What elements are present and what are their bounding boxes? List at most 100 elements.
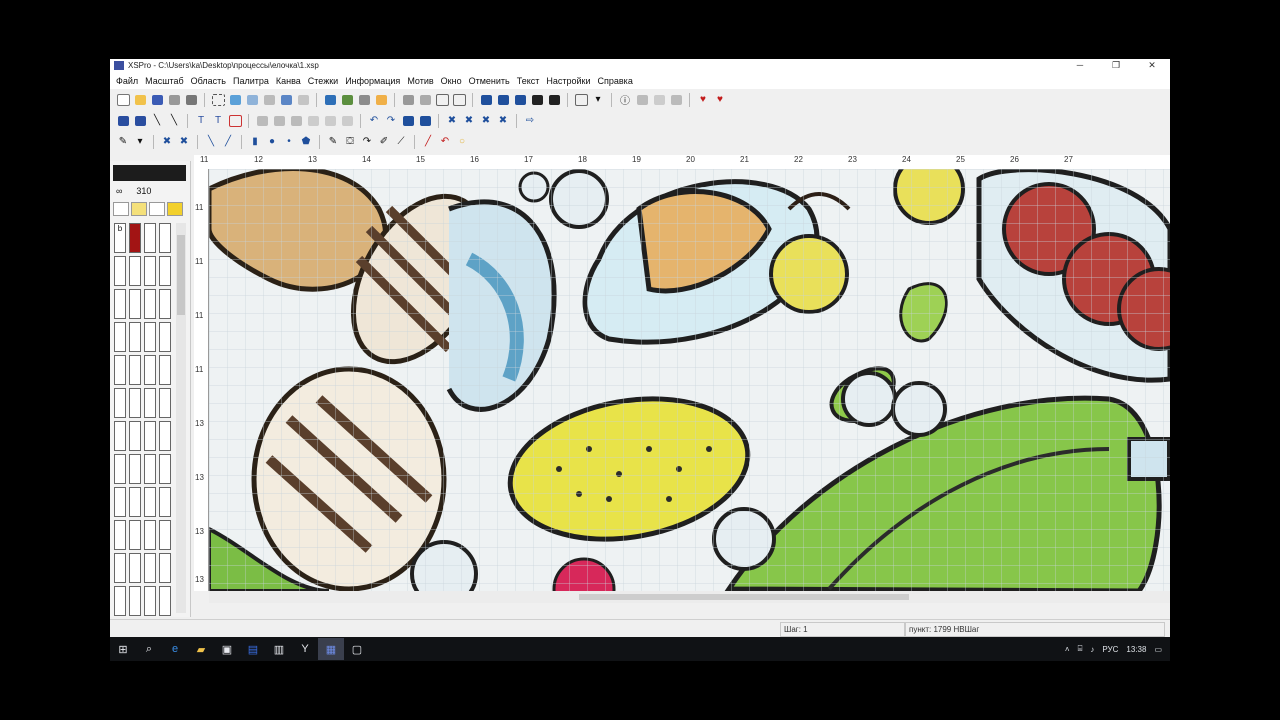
- palette-cell[interactable]: [114, 256, 126, 286]
- dot-icon[interactable]: •: [282, 135, 296, 148]
- clock[interactable]: 13:38: [1126, 645, 1146, 654]
- palette-cell[interactable]: [129, 586, 141, 616]
- tool-2-icon[interactable]: [652, 93, 666, 106]
- palette-cell[interactable]: [129, 487, 141, 517]
- palette-cell[interactable]: [129, 553, 141, 583]
- fill-1-icon[interactable]: [479, 93, 493, 106]
- redo-icon[interactable]: ↷: [384, 114, 398, 127]
- move-icon[interactable]: [262, 93, 276, 106]
- heart-icon[interactable]: ♥: [696, 93, 710, 106]
- text-2-icon[interactable]: T: [211, 114, 225, 127]
- new-file-icon[interactable]: [116, 93, 130, 106]
- replace-icon[interactable]: [418, 114, 432, 127]
- red-curve-icon[interactable]: ↶: [438, 135, 452, 148]
- minimize-button[interactable]: ─: [1062, 60, 1098, 71]
- palette-cell[interactable]: [129, 289, 141, 319]
- menu-undo[interactable]: Отменить: [469, 76, 510, 86]
- preview-icon[interactable]: [184, 93, 198, 106]
- palette-tool-1[interactable]: [113, 202, 129, 216]
- cut-icon[interactable]: [255, 114, 269, 127]
- paste-icon[interactable]: [296, 93, 310, 106]
- fill-2-icon[interactable]: [496, 93, 510, 106]
- palette-cell[interactable]: [144, 421, 156, 451]
- palette-tool-4[interactable]: [167, 202, 183, 216]
- double-x-icon[interactable]: ✖: [177, 135, 191, 148]
- tool-1-icon[interactable]: [635, 93, 649, 106]
- grid-icon[interactable]: [357, 93, 371, 106]
- palette-cell[interactable]: [159, 553, 171, 583]
- volume-icon[interactable]: ♪: [1090, 645, 1094, 654]
- cross-2-icon[interactable]: ✖: [462, 114, 476, 127]
- notifications-icon[interactable]: ▭: [1154, 645, 1162, 654]
- palette-cell[interactable]: [159, 421, 171, 451]
- palette-cell-selected[interactable]: [129, 223, 141, 253]
- line-2-icon[interactable]: ╱: [221, 135, 235, 148]
- pattern-canvas[interactable]: [209, 169, 1170, 591]
- view-2-icon[interactable]: [418, 93, 432, 106]
- fill-3-icon[interactable]: [513, 93, 527, 106]
- palette-cell[interactable]: [144, 586, 156, 616]
- search-icon[interactable]: ⌕: [136, 638, 162, 660]
- menu-file[interactable]: Файл: [116, 76, 138, 86]
- hand-icon[interactable]: [374, 93, 388, 106]
- palette-cell-symbol[interactable]: b: [114, 223, 126, 253]
- menu-motif[interactable]: Мотив: [407, 76, 433, 86]
- lasso-icon[interactable]: [245, 93, 259, 106]
- palette-cell[interactable]: [159, 388, 171, 418]
- palette-cell[interactable]: [129, 256, 141, 286]
- palette-cell[interactable]: [129, 322, 141, 352]
- eyedrop-icon[interactable]: ✐: [377, 135, 391, 148]
- palette-cell[interactable]: [144, 355, 156, 385]
- edge-icon[interactable]: e: [162, 638, 188, 660]
- cross-1-icon[interactable]: ✖: [445, 114, 459, 127]
- curve-icon[interactable]: ↷: [360, 135, 374, 148]
- palette-cell[interactable]: [129, 520, 141, 550]
- cross-3-icon[interactable]: ✖: [479, 114, 493, 127]
- bucket-icon[interactable]: ⛋: [343, 135, 357, 148]
- palette-cell[interactable]: [159, 322, 171, 352]
- copy-2-icon[interactable]: [272, 114, 286, 127]
- store-icon[interactable]: ▣: [214, 638, 240, 660]
- palette-cell[interactable]: [129, 388, 141, 418]
- fill-4-icon[interactable]: [530, 93, 544, 106]
- paste-2-icon[interactable]: [289, 114, 303, 127]
- palette-cell[interactable]: [144, 289, 156, 319]
- bead-icon[interactable]: ●: [265, 135, 279, 148]
- tray-chevron-icon[interactable]: ˄: [1065, 645, 1070, 654]
- layout-icon[interactable]: [574, 93, 588, 106]
- zoom-icon[interactable]: [323, 93, 337, 106]
- palette-cell[interactable]: [114, 421, 126, 451]
- palette-cell[interactable]: [114, 388, 126, 418]
- mirror-icon[interactable]: [340, 114, 354, 127]
- maximize-button[interactable]: ❐: [1098, 60, 1134, 71]
- red-line-icon[interactable]: ╱: [421, 135, 435, 148]
- palette-cell[interactable]: [144, 322, 156, 352]
- palette-cell[interactable]: [144, 454, 156, 484]
- tool-3-icon[interactable]: [669, 93, 683, 106]
- info-icon[interactable]: ⓘ: [618, 93, 632, 107]
- palette-cell[interactable]: [159, 289, 171, 319]
- xspro-taskbar-icon[interactable]: ▦: [318, 638, 344, 660]
- palette-cell[interactable]: [114, 322, 126, 352]
- view-3-icon[interactable]: [435, 93, 449, 106]
- x-icon[interactable]: ✖: [160, 135, 174, 148]
- windows-start-icon[interactable]: ⊞: [110, 638, 136, 660]
- palette-tool-3[interactable]: [149, 202, 165, 216]
- draw-icon[interactable]: ✎: [326, 135, 340, 148]
- canvas-scroll-thumb[interactable]: [579, 594, 909, 600]
- palette-scroll-thumb[interactable]: [177, 235, 185, 315]
- gold-circle-icon[interactable]: ○: [455, 135, 469, 148]
- knife-icon[interactable]: ⟋: [394, 135, 408, 148]
- quarter-stitch-icon[interactable]: ╲: [167, 114, 181, 127]
- palette-cell[interactable]: [114, 454, 126, 484]
- rotate-icon[interactable]: [323, 114, 337, 127]
- undo-icon[interactable]: ↶: [367, 114, 381, 127]
- select-icon[interactable]: [211, 93, 225, 106]
- menu-canvas[interactable]: Канва: [276, 76, 301, 86]
- palette-cell[interactable]: [159, 586, 171, 616]
- palette-cell[interactable]: [114, 355, 126, 385]
- save-icon[interactable]: [150, 93, 164, 106]
- language-indicator[interactable]: РУС: [1102, 645, 1118, 654]
- palette-cell[interactable]: [114, 553, 126, 583]
- palette-cell[interactable]: [114, 520, 126, 550]
